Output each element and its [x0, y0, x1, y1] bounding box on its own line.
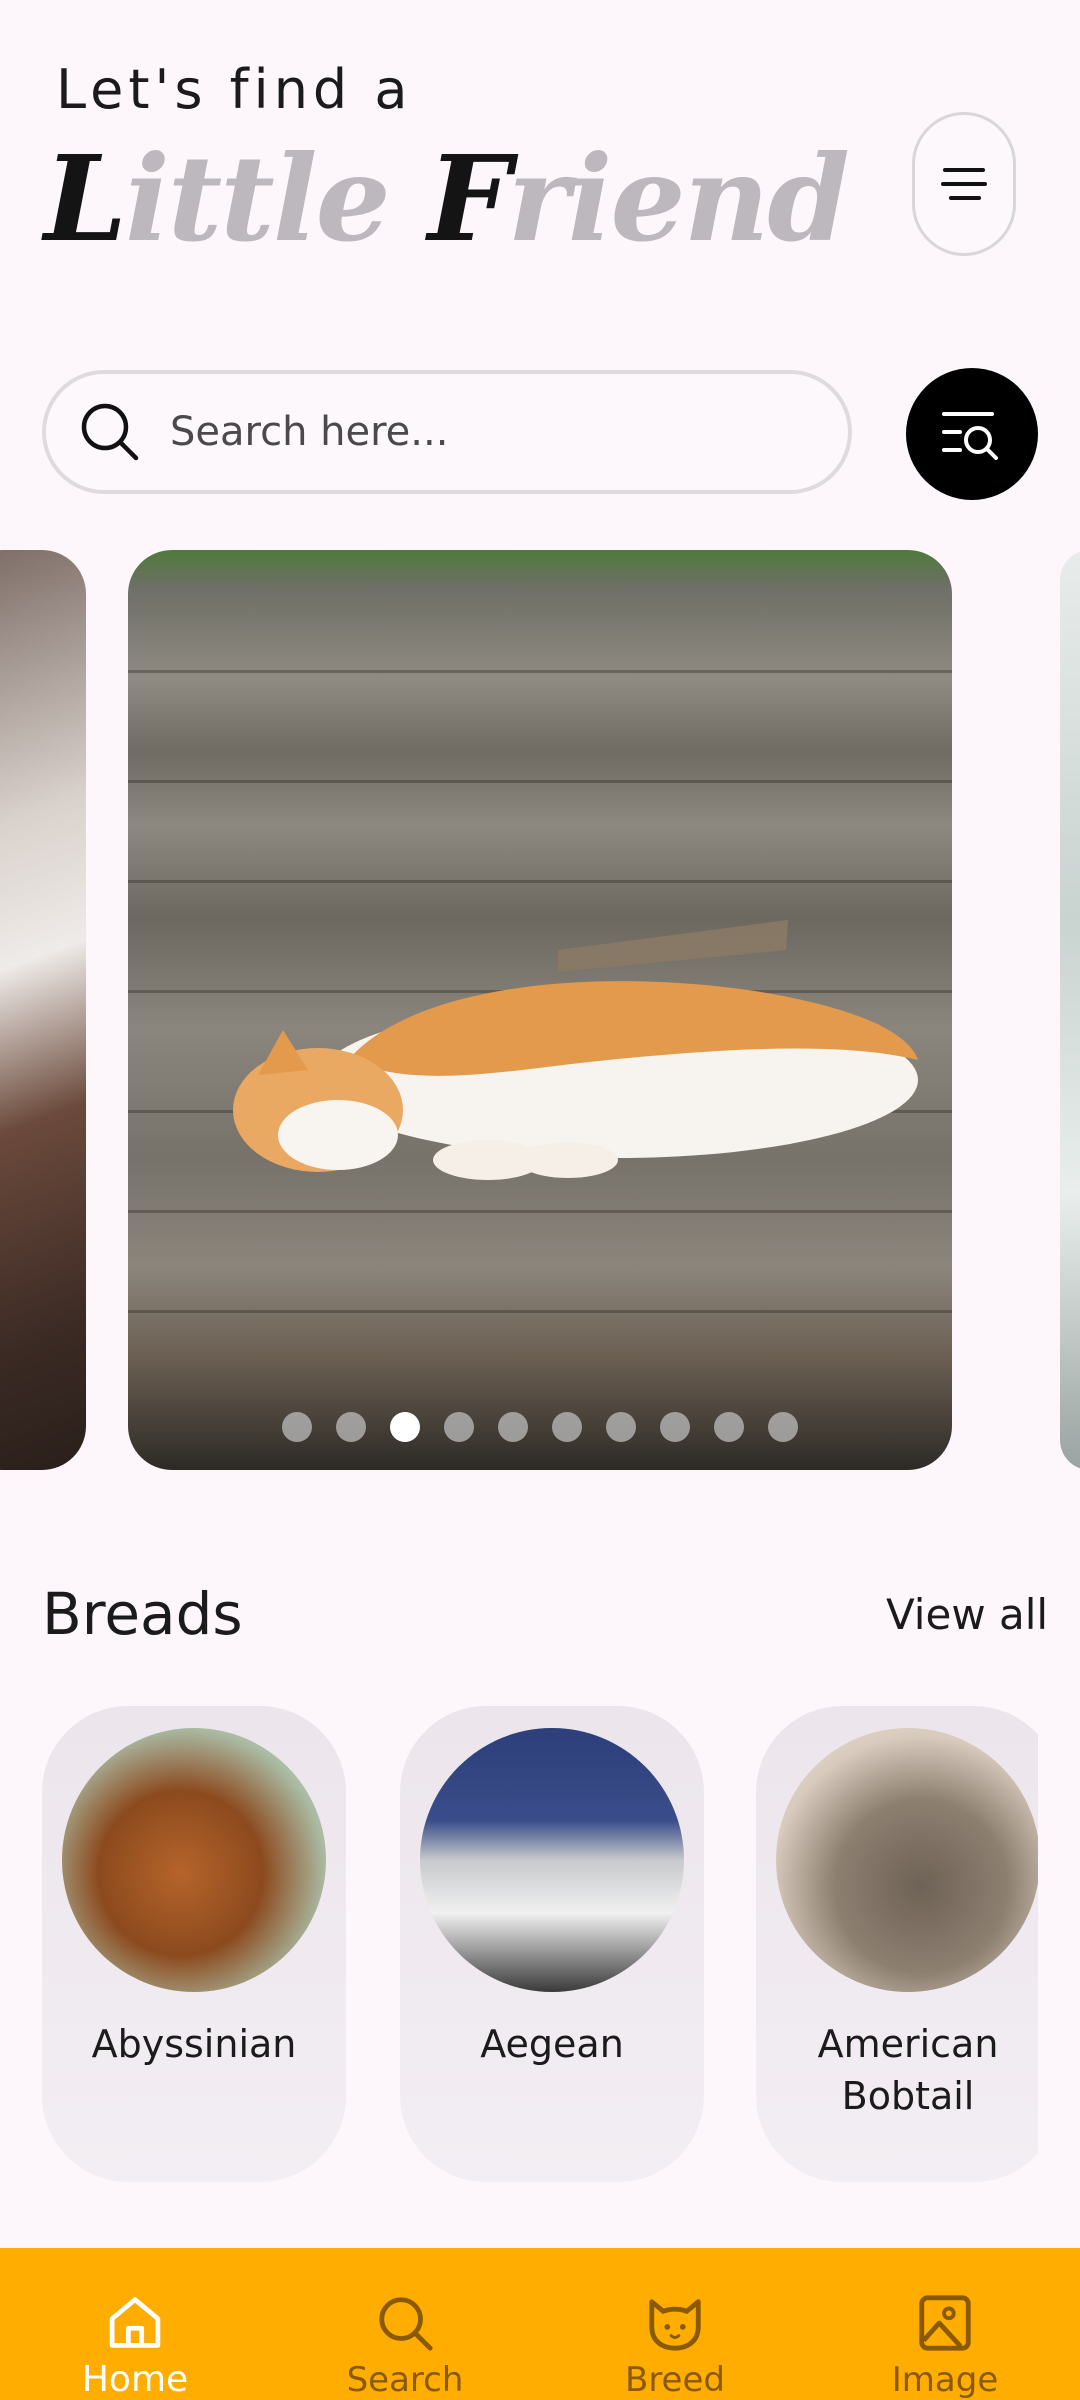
carousel-dot[interactable] — [714, 1412, 744, 1442]
breed-name: Abyssinian — [91, 2022, 297, 2066]
breed-photo — [62, 1728, 326, 1992]
carousel-card-current[interactable] — [128, 550, 952, 1470]
carousel-dot[interactable] — [768, 1412, 798, 1442]
nav-label: Search — [346, 2360, 464, 2400]
breed-photo — [420, 1728, 684, 1992]
carousel-dot[interactable] — [444, 1412, 474, 1442]
carousel-card-next[interactable] — [1060, 550, 1080, 1470]
nav-label: Breed — [625, 2360, 725, 2400]
brand-letter-l: L — [44, 129, 127, 268]
carousel-dot[interactable] — [498, 1412, 528, 1442]
carousel-dot[interactable] — [660, 1412, 690, 1442]
carousel-dot[interactable] — [336, 1412, 366, 1442]
menu-button[interactable] — [912, 112, 1016, 256]
brand-word-riend: riend — [507, 129, 850, 268]
carousel-dot[interactable] — [552, 1412, 582, 1442]
nav-item-image[interactable]: Image — [810, 2248, 1080, 2400]
brand-word-ittle: ittle — [124, 129, 428, 268]
brand-title: Little Friend — [44, 140, 850, 258]
featured-carousel[interactable] — [0, 550, 1080, 1470]
filter-search-button[interactable] — [906, 368, 1038, 500]
breed-name: American Bobtail — [817, 2022, 999, 2118]
nav-item-breed[interactable]: Breed — [540, 2248, 810, 2400]
search-icon — [379, 2297, 433, 2351]
cat-icon — [649, 2299, 701, 2351]
bottom-navigation: Home Search Breed Image — [0, 2248, 1080, 2400]
breed-card[interactable]: American Bobtail — [756, 1706, 1038, 2182]
carousel-dot[interactable] — [282, 1412, 312, 1442]
filter-search-icon — [942, 412, 998, 460]
menu-icon — [941, 168, 987, 200]
header: Let's find a Little Friend — [0, 0, 1080, 340]
breed-card[interactable]: Aegean — [400, 1706, 704, 2182]
breeds-list[interactable]: Abyssinian Aegean American Bobtail — [42, 1706, 1038, 2182]
brand-letter-f: F — [427, 129, 510, 268]
search-bar[interactable] — [42, 370, 852, 494]
home-icon — [109, 2297, 161, 2348]
carousel-dot-active[interactable] — [390, 1412, 420, 1442]
carousel-card-previous[interactable] — [0, 550, 86, 1470]
carousel-pagination — [128, 1412, 952, 1442]
view-all-link[interactable]: View all — [886, 1590, 1048, 1639]
breed-photo — [776, 1728, 1038, 1992]
carousel-dot[interactable] — [606, 1412, 636, 1442]
sleeping-cat-image — [233, 920, 918, 1180]
nav-label: Home — [81, 2359, 189, 2400]
search-icon — [78, 400, 142, 464]
image-icon — [919, 2295, 971, 2351]
breed-name: Aegean — [480, 2022, 624, 2066]
breeds-section-title: Breads — [42, 1580, 243, 1648]
search-input[interactable] — [170, 409, 810, 455]
greeting-text: Let's find a — [56, 58, 413, 121]
nav-item-search[interactable]: Search — [270, 2248, 540, 2400]
nav-label: Image — [891, 2360, 999, 2400]
nav-item-home[interactable]: Home — [0, 2248, 270, 2400]
breed-card[interactable]: Abyssinian — [42, 1706, 346, 2182]
